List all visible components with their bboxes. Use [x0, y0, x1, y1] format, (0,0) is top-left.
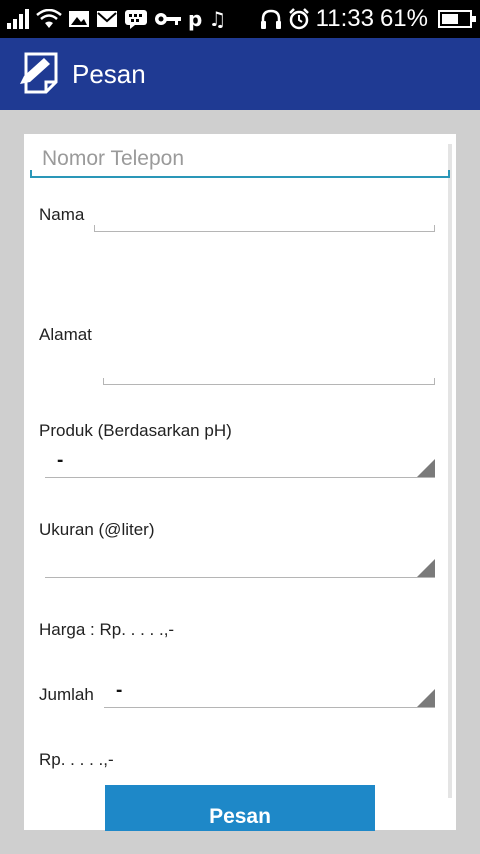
music-icon: ♫	[208, 7, 227, 31]
order-submit-button[interactable]: Pesan	[105, 785, 375, 831]
phone-input[interactable]	[42, 144, 442, 174]
page-title: Pesan	[72, 59, 146, 89]
mail-icon	[97, 11, 117, 27]
battery-percent: 61%	[379, 5, 428, 32]
headphones-icon	[260, 9, 281, 29]
name-input[interactable]	[94, 220, 435, 232]
wifi-icon	[36, 9, 62, 28]
p-icon: p	[188, 7, 203, 31]
signal-icon	[7, 9, 29, 29]
key-icon	[155, 13, 181, 25]
edit-note-icon	[20, 52, 58, 94]
product-selected-value: -	[57, 450, 64, 471]
size-dropdown[interactable]	[45, 548, 435, 578]
price-text: Harga : Rp. . . . .,-	[39, 620, 175, 639]
quantity-dropdown[interactable]: -	[104, 678, 435, 708]
order-form-card: Nama Alamat Produk (Berdasarkan pH) - Uk…	[24, 134, 456, 831]
status-time: 11:33	[315, 5, 374, 32]
quantity-selected-value: -	[116, 680, 123, 701]
battery-fill	[442, 14, 458, 24]
product-label: Produk (Berdasarkan pH)	[39, 421, 232, 440]
status-bar: p ♫ 11:33 61%	[0, 0, 480, 38]
action-bar: Pesan	[0, 38, 480, 110]
name-label: Nama	[39, 205, 85, 224]
image-icon	[69, 11, 89, 27]
quantity-label: Jumlah	[39, 685, 94, 704]
battery-icon	[438, 10, 476, 28]
address-label: Alamat	[39, 325, 92, 344]
dropdown-arrow-icon	[417, 559, 435, 577]
scrollbar[interactable]	[448, 144, 452, 798]
address-input[interactable]	[103, 373, 435, 385]
size-label: Ukuran (@liter)	[39, 520, 155, 539]
status-icons-right: 11:33 61%	[260, 4, 476, 34]
total-text: Rp. . . . .,-	[39, 750, 114, 769]
bbm-icon	[125, 10, 147, 29]
phone-field	[30, 144, 450, 178]
status-icons-left: p ♫	[6, 6, 226, 32]
dropdown-arrow-icon	[417, 689, 435, 707]
alarm-icon	[288, 8, 309, 30]
product-dropdown[interactable]: -	[45, 448, 435, 478]
dropdown-arrow-icon	[417, 459, 435, 477]
